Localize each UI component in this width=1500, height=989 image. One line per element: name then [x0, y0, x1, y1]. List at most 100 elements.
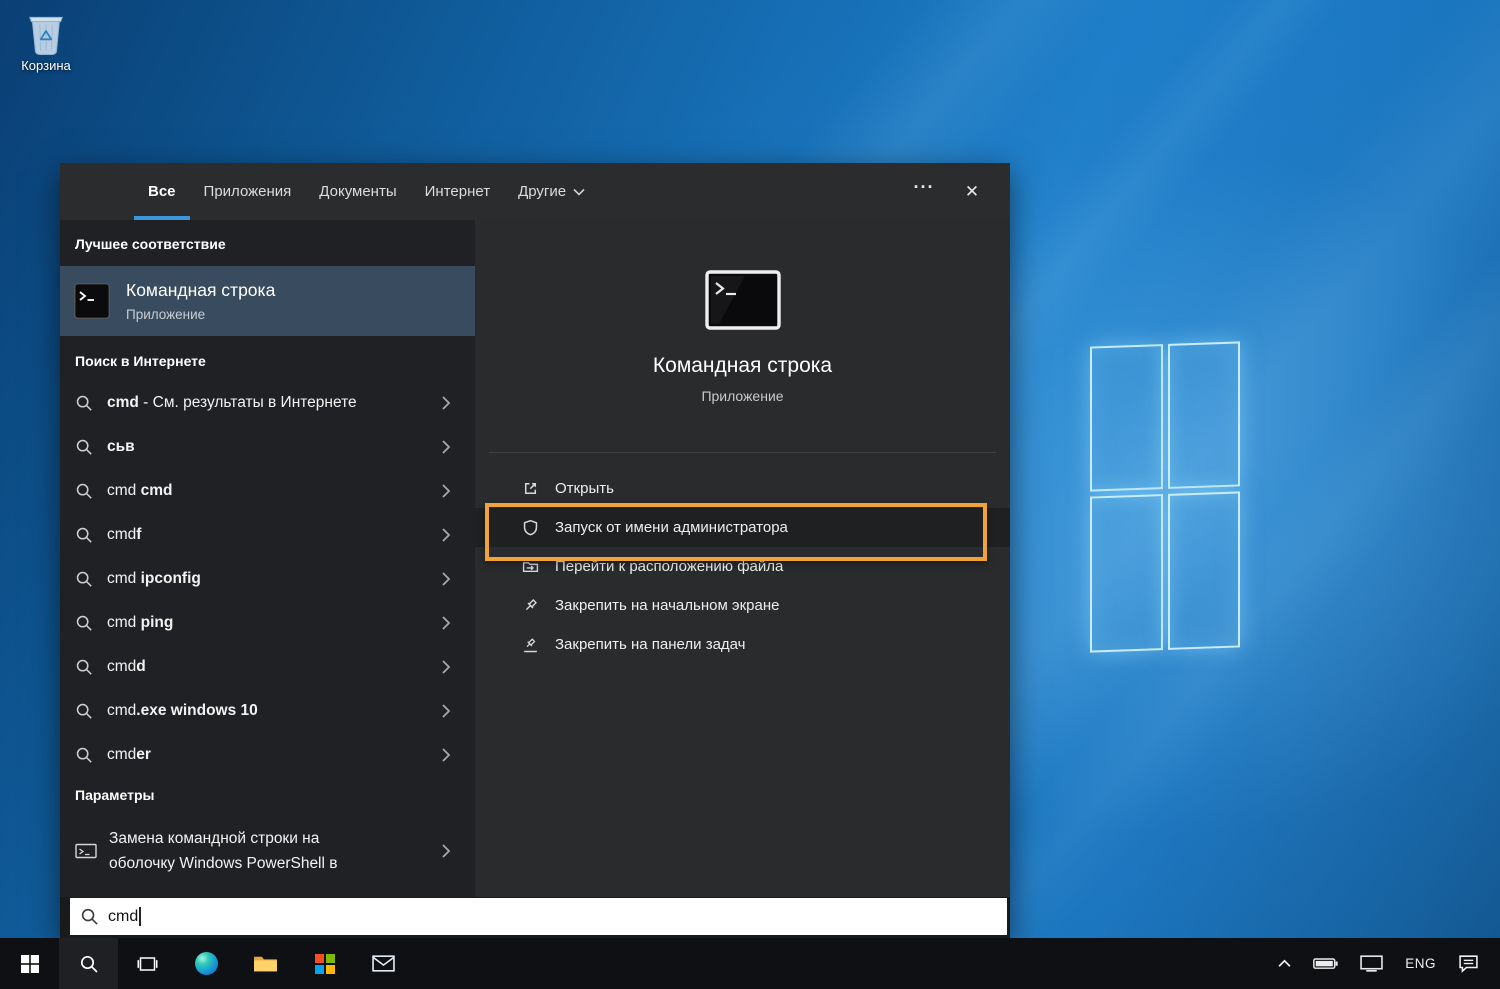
- preview-subtitle: Приложение: [475, 388, 1010, 404]
- chevron-right-icon[interactable]: [441, 571, 451, 587]
- tab-web[interactable]: Интернет: [411, 163, 504, 220]
- search-icon: [80, 907, 99, 926]
- tab-more[interactable]: Другие: [504, 163, 599, 220]
- tray-network-button[interactable]: [1349, 938, 1394, 989]
- best-match-subtitle: Приложение: [126, 307, 275, 322]
- edge-icon: [195, 952, 218, 975]
- chevron-right-icon[interactable]: [441, 395, 451, 411]
- chevron-right-icon[interactable]: [441, 483, 451, 499]
- windows-logo-icon: [21, 955, 39, 973]
- settings-result-text: Замена командной строки на оболочку Wind…: [109, 826, 441, 876]
- action-open[interactable]: Открыть: [475, 469, 1010, 508]
- file-explorer-button[interactable]: [236, 938, 295, 989]
- text-caret: [139, 907, 141, 926]
- suggestion-list: cmd - См. результаты в Интернете cьв cmd…: [60, 381, 475, 777]
- pin-icon: [522, 597, 539, 614]
- best-match-header: Лучшее соответствие: [75, 236, 475, 252]
- chevron-right-icon[interactable]: [441, 527, 451, 543]
- search-suggestion[interactable]: cmd ipconfig: [60, 557, 475, 601]
- battery-icon: [1313, 957, 1338, 970]
- folder-icon: [253, 954, 278, 973]
- taskbar-search-button[interactable]: [59, 938, 118, 989]
- search-icon: [75, 702, 93, 720]
- preview-title: Командная строка: [475, 354, 1010, 378]
- chevron-down-icon: [573, 188, 585, 196]
- task-view-icon: [137, 955, 158, 973]
- logo-pane: [1168, 341, 1241, 488]
- search-input[interactable]: cmd: [70, 898, 1007, 935]
- start-button[interactable]: [0, 938, 59, 989]
- search-suggestion[interactable]: cmdd: [60, 645, 475, 689]
- task-view-button[interactable]: [118, 938, 177, 989]
- search-tab-bar: Все Приложения Документы Интернет Другие…: [60, 163, 1010, 220]
- action-pin-to-taskbar[interactable]: Закрепить на панели задач: [475, 625, 1010, 664]
- search-input-strip: cmd: [60, 897, 1010, 938]
- logo-pane: [1168, 491, 1241, 650]
- microsoft-store-button[interactable]: [295, 938, 354, 989]
- tab-documents[interactable]: Документы: [305, 163, 410, 220]
- suggestion-text: cmd ping: [107, 614, 441, 632]
- edge-browser-button[interactable]: [177, 938, 236, 989]
- preview-divider: [489, 452, 996, 453]
- suggestion-text: cmd cmd: [107, 482, 441, 500]
- settings-header: Параметры: [75, 787, 475, 803]
- tray-battery-button[interactable]: [1302, 938, 1349, 989]
- search-icon: [75, 482, 93, 500]
- web-search-header: Поиск в Интернете: [75, 353, 475, 369]
- shield-admin-icon: [522, 519, 539, 536]
- folder-arrow-icon: [522, 558, 539, 575]
- search-suggestion[interactable]: cmdf: [60, 513, 475, 557]
- tray-language-button[interactable]: ENG: [1394, 938, 1447, 989]
- open-icon: [522, 480, 539, 497]
- search-icon: [75, 394, 93, 412]
- microsoft-store-icon: [315, 954, 335, 974]
- taskbar: ENG: [0, 938, 1500, 989]
- search-flyout: Все Приложения Документы Интернет Другие…: [60, 163, 1010, 938]
- network-ethernet-icon: [1360, 955, 1383, 972]
- search-icon: [75, 570, 93, 588]
- search-suggestion[interactable]: cmd - См. результаты в Интернете: [60, 381, 475, 425]
- search-suggestion[interactable]: cmder: [60, 733, 475, 777]
- search-suggestion[interactable]: cmd.exe windows 10: [60, 689, 475, 733]
- recycle-bin-icon: [23, 8, 69, 56]
- search-icon: [75, 526, 93, 544]
- chevron-right-icon[interactable]: [441, 439, 451, 455]
- search-icon: [75, 438, 93, 456]
- notification-chat-icon: [1458, 954, 1479, 973]
- best-match-result[interactable]: Командная строка Приложение: [60, 266, 475, 336]
- action-open-file-location[interactable]: Перейти к расположению файла: [475, 547, 1010, 586]
- chevron-right-icon[interactable]: [441, 703, 451, 719]
- action-run-as-admin[interactable]: Запуск от имени администратора: [475, 508, 1010, 547]
- search-suggestion[interactable]: cьв: [60, 425, 475, 469]
- suggestion-text: cmder: [107, 746, 441, 764]
- close-button[interactable]: ✕: [948, 163, 996, 220]
- windows-logo-wallpaper: [1090, 341, 1240, 652]
- best-match-title: Командная строка: [126, 280, 275, 301]
- search-icon: [75, 658, 93, 676]
- tab-all[interactable]: Все: [134, 163, 190, 220]
- suggestion-text: cmdd: [107, 658, 441, 676]
- tray-show-hidden-icons-button[interactable]: [1267, 938, 1302, 989]
- search-icon: [75, 746, 93, 764]
- tray-action-center-button[interactable]: [1447, 938, 1490, 989]
- action-list: Открыть Запуск от имени администратора П…: [475, 469, 1010, 664]
- logo-pane: [1090, 344, 1163, 491]
- tab-apps[interactable]: Приложения: [190, 163, 306, 220]
- search-results-column: Лучшее соответствие Командная строка При…: [60, 220, 475, 897]
- result-preview-panel: Командная строка Приложение Открыть Запу…: [475, 220, 1010, 897]
- best-match-text: Командная строка Приложение: [126, 280, 275, 322]
- suggestion-text: cmd.exe windows 10: [107, 702, 441, 720]
- search-suggestion[interactable]: cmd ping: [60, 601, 475, 645]
- action-pin-to-start[interactable]: Закрепить на начальном экране: [475, 586, 1010, 625]
- chevron-right-icon[interactable]: [441, 659, 451, 675]
- search-suggestion[interactable]: cmd cmd: [60, 469, 475, 513]
- more-options-button[interactable]: ···: [900, 163, 948, 220]
- chevron-right-icon[interactable]: [441, 615, 451, 631]
- recycle-bin-shortcut[interactable]: Корзина: [14, 8, 78, 73]
- search-icon: [79, 954, 99, 974]
- mail-button[interactable]: [354, 938, 413, 989]
- chevron-right-icon[interactable]: [441, 747, 451, 763]
- desktop-wallpaper: Корзина Все Приложения Документы Интерне…: [0, 0, 1500, 989]
- settings-result[interactable]: Замена командной строки на оболочку Wind…: [60, 814, 475, 888]
- chevron-right-icon[interactable]: [441, 843, 451, 859]
